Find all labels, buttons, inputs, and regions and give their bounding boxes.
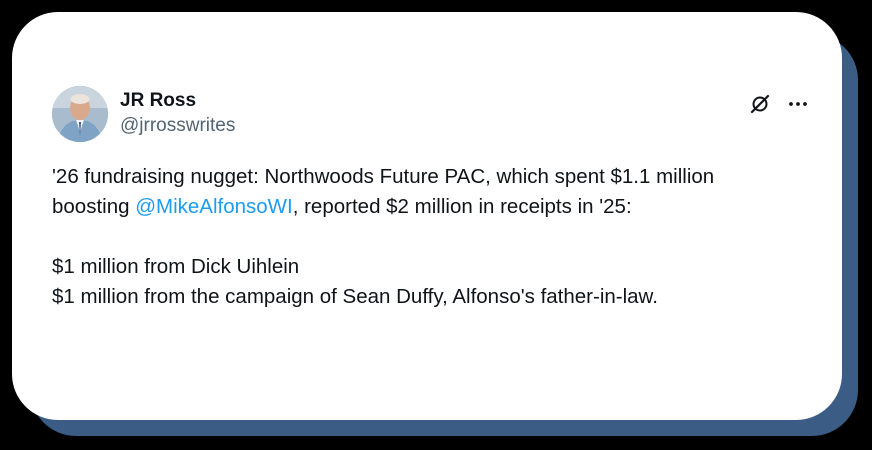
author-names: JR Ross @jrrosswrites bbox=[120, 90, 235, 138]
avatar[interactable] bbox=[52, 86, 108, 142]
tweet-actions bbox=[748, 92, 810, 116]
tweet-card: JR Ross @jrrosswrites '26 fundraising nu… bbox=[12, 12, 842, 420]
mention-link[interactable]: @MikeAlfonsoWI bbox=[135, 195, 293, 218]
author-display-name[interactable]: JR Ross bbox=[120, 90, 235, 112]
tweet-line-4: $1 million from the campaign of Sean Duf… bbox=[52, 285, 658, 308]
avatar-image bbox=[52, 86, 108, 142]
tweet-line-2-start: boosting bbox=[52, 195, 136, 218]
tweet-line-1: '26 fundraising nugget: Northwoods Futur… bbox=[52, 165, 715, 188]
screenshot-stage: JR Ross @jrrosswrites '26 fundraising nu… bbox=[0, 0, 872, 450]
tweet-header: JR Ross @jrrosswrites bbox=[52, 86, 807, 142]
author-handle[interactable]: @jrrosswrites bbox=[120, 114, 235, 138]
tweet-body: '26 fundraising nugget: Northwoods Futur… bbox=[52, 162, 802, 312]
grok-slash-icon[interactable] bbox=[748, 92, 772, 116]
more-options-icon[interactable] bbox=[786, 92, 810, 116]
tweet-line-2-end: , reported $2 million in receipts in '25… bbox=[292, 195, 632, 218]
tweet-line-3: $1 million from Dick Uihlein bbox=[52, 255, 300, 278]
